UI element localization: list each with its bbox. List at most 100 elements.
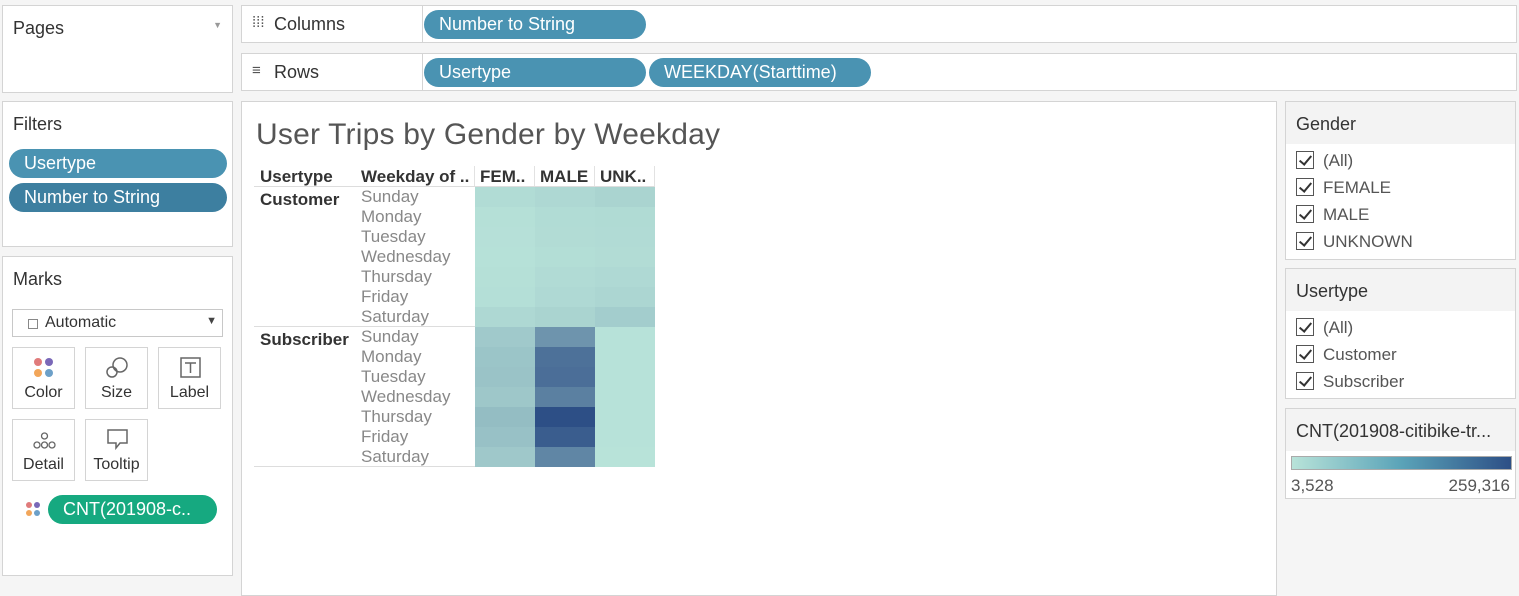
checkbox-icon[interactable] (1296, 178, 1314, 196)
heatmap-cell[interactable] (535, 447, 595, 467)
usertype-option-subscriber[interactable]: Subscriber (1296, 371, 1404, 393)
heatmap-cell[interactable] (475, 447, 535, 467)
rows-icon: ≡ (252, 62, 261, 79)
heatmap-cell[interactable] (475, 347, 535, 367)
gender-option-male[interactable]: MALE (1296, 204, 1369, 226)
heatmap-cell[interactable] (535, 427, 595, 447)
heatmap-cell[interactable] (535, 287, 595, 307)
checkbox-icon[interactable] (1296, 318, 1314, 336)
heatmap-cell[interactable] (595, 347, 655, 367)
marks-card: Marks Automatic ▼ Color Size Label Detai… (2, 256, 233, 576)
heatmap-cell[interactable] (595, 207, 655, 227)
weekday-row-label[interactable]: Wednesday (361, 387, 450, 407)
pages-card[interactable]: Pages ▼ (2, 5, 233, 93)
usertype-option-all[interactable]: (All) (1296, 317, 1353, 339)
heatmap-cell[interactable] (535, 407, 595, 427)
weekday-row-label[interactable]: Thursday (361, 267, 432, 287)
chevron-down-icon[interactable]: ▼ (213, 20, 222, 30)
label-tile[interactable]: Label (158, 347, 221, 409)
weekday-row-label[interactable]: Sunday (361, 327, 419, 347)
weekday-row-label[interactable]: Saturday (361, 307, 429, 327)
gender-option-unknown[interactable]: UNKNOWN (1296, 231, 1413, 253)
weekday-row-label[interactable]: Monday (361, 347, 421, 367)
usertype-option-customer[interactable]: Customer (1296, 344, 1397, 366)
checkbox-icon[interactable] (1296, 205, 1314, 223)
heatmap-cell[interactable] (595, 227, 655, 247)
heatmap-cell[interactable] (535, 227, 595, 247)
heatmap-cell[interactable] (595, 307, 655, 327)
gender-header-male[interactable]: MALE (540, 167, 588, 187)
gender-option-female[interactable]: FEMALE (1296, 177, 1391, 199)
color-pill[interactable]: CNT(201908-c.. (48, 495, 217, 524)
gender-option-all[interactable]: (All) (1296, 150, 1353, 172)
heatmap-cell[interactable] (475, 367, 535, 387)
rows-shelf[interactable]: ≡ Rows Usertype WEEKDAY(Starttime) (241, 53, 1517, 91)
heatmap-cell[interactable] (535, 307, 595, 327)
weekday-row-label[interactable]: Tuesday (361, 367, 426, 387)
rows-pill-usertype[interactable]: Usertype (424, 58, 646, 87)
heatmap-cell[interactable] (535, 347, 595, 367)
weekday-row-label[interactable]: Saturday (361, 447, 429, 467)
weekday-row-label[interactable]: Tuesday (361, 227, 426, 247)
mark-type-dropdown[interactable]: Automatic ▼ (12, 309, 223, 337)
heatmap-cell[interactable] (475, 227, 535, 247)
heatmap-cell[interactable] (535, 327, 595, 347)
heatmap-cell[interactable] (475, 387, 535, 407)
heatmap-grid[interactable] (475, 187, 655, 467)
filter-pill-usertype[interactable]: Usertype (9, 149, 227, 178)
heatmap-cell[interactable] (595, 327, 655, 347)
heatmap-cell[interactable] (595, 287, 655, 307)
gender-header-unknown[interactable]: UNK.. (600, 167, 646, 187)
heatmap-cell[interactable] (475, 287, 535, 307)
columns-pill-number-to-string[interactable]: Number to String (424, 10, 646, 39)
weekday-row-label[interactable]: Sunday (361, 187, 419, 207)
filters-card[interactable]: Filters Usertype Number to String (2, 101, 233, 247)
checkbox-icon[interactable] (1296, 232, 1314, 250)
detail-tile[interactable]: Detail (12, 419, 75, 481)
heatmap-cell[interactable] (595, 427, 655, 447)
weekday-row-label[interactable]: Friday (361, 427, 408, 447)
heatmap-cell[interactable] (475, 307, 535, 327)
usertype-row-subscriber[interactable]: Subscriber (260, 330, 349, 350)
heatmap-cell[interactable] (535, 207, 595, 227)
heatmap-cell[interactable] (475, 327, 535, 347)
heatmap-cell[interactable] (535, 387, 595, 407)
filter-pill-number-to-string[interactable]: Number to String (9, 183, 227, 212)
checkbox-icon[interactable] (1296, 151, 1314, 169)
weekday-row-label[interactable]: Thursday (361, 407, 432, 427)
weekday-row-label[interactable]: Friday (361, 287, 408, 307)
heatmap-cell[interactable] (535, 187, 595, 207)
color-tile[interactable]: Color (12, 347, 75, 409)
heatmap-cell[interactable] (535, 267, 595, 287)
checkbox-icon[interactable] (1296, 345, 1314, 363)
size-tile[interactable]: Size (85, 347, 148, 409)
heatmap-cell[interactable] (595, 367, 655, 387)
chevron-down-icon[interactable]: ▼ (206, 315, 217, 327)
columns-shelf[interactable]: ⁞⁞⁞ Columns Number to String (241, 5, 1517, 43)
rows-pill-weekday[interactable]: WEEKDAY(Starttime) (649, 58, 871, 87)
gender-header-female[interactable]: FEM.. (480, 167, 525, 187)
heatmap-cell[interactable] (475, 247, 535, 267)
gender-filter-title: Gender (1296, 114, 1357, 134)
usertype-column-header[interactable]: Usertype (260, 167, 333, 187)
weekday-column-header[interactable]: Weekday of .. (361, 167, 469, 187)
heatmap-cell[interactable] (475, 187, 535, 207)
heatmap-cell[interactable] (475, 267, 535, 287)
heatmap-cell[interactable] (595, 187, 655, 207)
heatmap-cell[interactable] (595, 247, 655, 267)
weekday-row-label[interactable]: Wednesday (361, 247, 450, 267)
weekday-row-label[interactable]: Monday (361, 207, 421, 227)
heatmap-cell[interactable] (595, 407, 655, 427)
heatmap-cell[interactable] (595, 387, 655, 407)
heatmap-cell[interactable] (595, 267, 655, 287)
tooltip-tile[interactable]: Tooltip (85, 419, 148, 481)
heatmap-cell[interactable] (475, 207, 535, 227)
usertype-row-customer[interactable]: Customer (260, 190, 339, 210)
heatmap-cell[interactable] (535, 247, 595, 267)
square-icon (28, 319, 38, 329)
heatmap-cell[interactable] (475, 407, 535, 427)
heatmap-cell[interactable] (595, 447, 655, 467)
heatmap-cell[interactable] (475, 427, 535, 447)
checkbox-icon[interactable] (1296, 372, 1314, 390)
heatmap-cell[interactable] (535, 367, 595, 387)
